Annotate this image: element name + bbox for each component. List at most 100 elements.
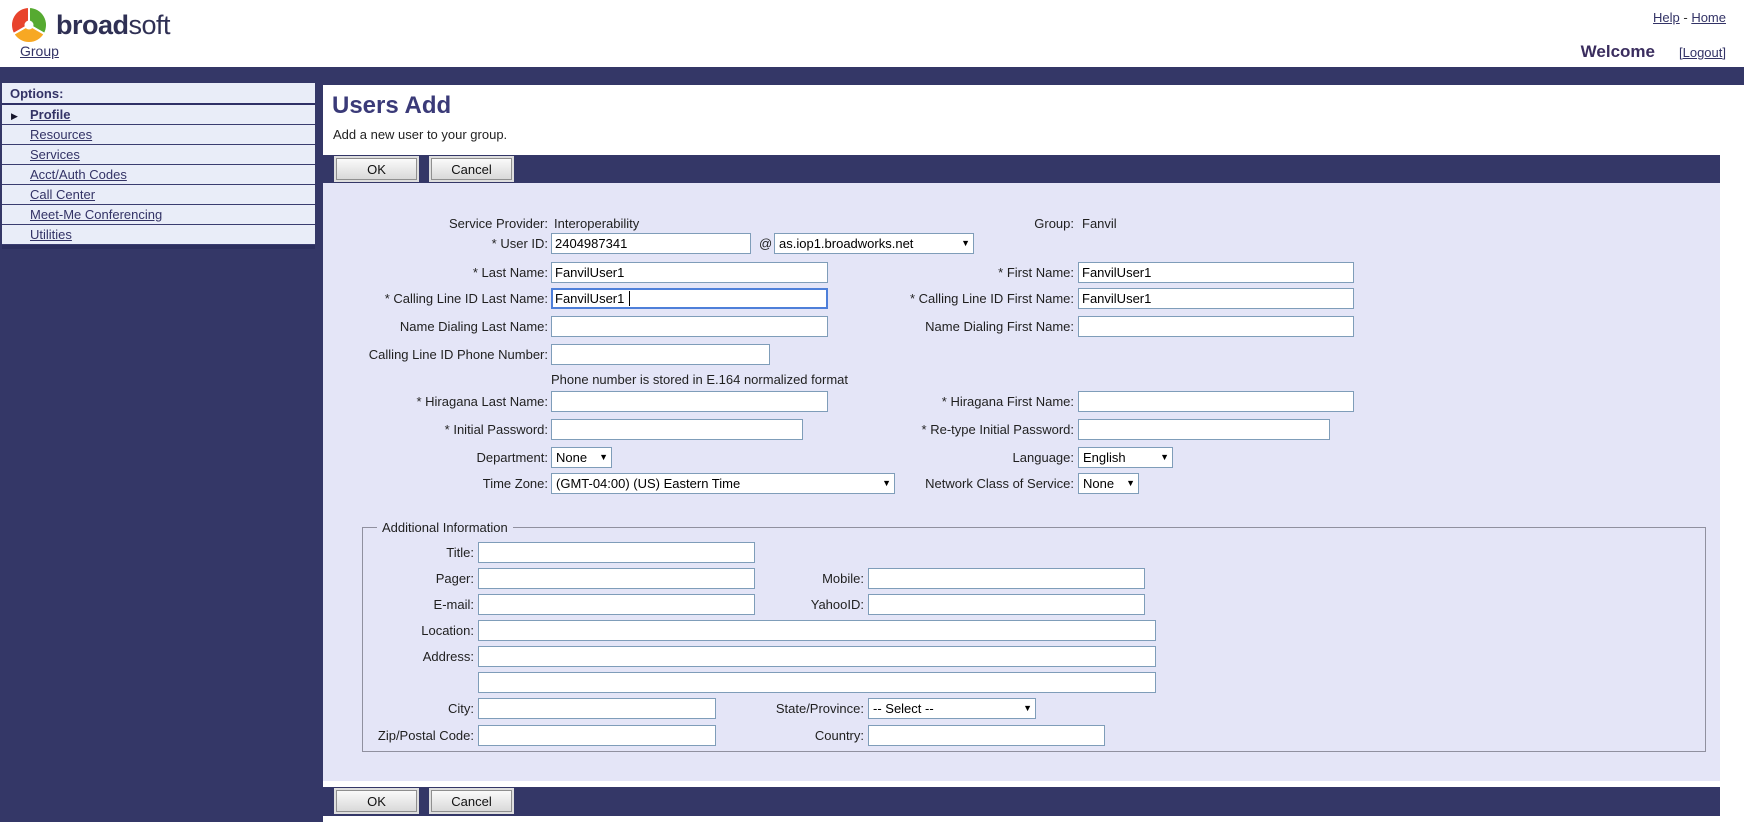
- logo-word-broad: broad: [56, 10, 129, 40]
- clid-first-name-label: * Calling Line ID First Name:: [813, 288, 1074, 310]
- zip-postal-label: Zip/Postal Code:: [363, 725, 474, 747]
- ncos-label: Network Class of Service:: [813, 473, 1074, 495]
- pager-input[interactable]: [478, 568, 755, 589]
- mobile-label: Mobile:: [743, 568, 864, 590]
- welcome-text: Welcome: [1581, 42, 1655, 61]
- additional-information-legend: Additional Information: [377, 519, 513, 536]
- time-zone-label: Time Zone:: [323, 473, 548, 495]
- name-dialing-first-input[interactable]: [1078, 316, 1354, 337]
- page-title: Users Add: [332, 92, 451, 120]
- country-label: Country:: [743, 725, 864, 747]
- city-label: City:: [363, 698, 474, 720]
- email-input[interactable]: [478, 594, 755, 615]
- e164-note: Phone number is stored in E.164 normaliz…: [551, 372, 848, 388]
- cancel-button-bottom[interactable]: Cancel: [431, 790, 512, 812]
- last-name-label: * Last Name:: [323, 262, 548, 284]
- logo-wordmark: broadsoft: [56, 10, 170, 41]
- sidebar-item-utilities[interactable]: Utilities: [2, 225, 315, 245]
- home-link[interactable]: Home: [1691, 10, 1726, 25]
- logout-bracket-close: ]: [1722, 45, 1726, 60]
- help-link[interactable]: Help: [1653, 10, 1680, 25]
- clid-last-name-label: * Calling Line ID Last Name:: [323, 288, 548, 310]
- sidebar-item-profile[interactable]: ▶Profile: [2, 105, 315, 125]
- zip-postal-input[interactable]: [478, 725, 716, 746]
- pager-label: Pager:: [363, 568, 474, 590]
- title-input[interactable]: [478, 542, 755, 563]
- group-value: Fanvil: [1082, 213, 1117, 235]
- location-label: Location:: [363, 620, 474, 642]
- additional-information-fieldset: Additional Information Title: Pager: Mob…: [362, 527, 1706, 752]
- email-label: E-mail:: [363, 594, 474, 616]
- address-line1-input[interactable]: [478, 646, 1156, 667]
- domain-select[interactable]: as.iop1.broadworks.net▼: [774, 233, 974, 254]
- text-caret: [629, 291, 630, 306]
- hiragana-last-input[interactable]: [551, 391, 828, 412]
- app-header: broadsoft Help - Home Group Welcome[Logo…: [0, 0, 1744, 67]
- last-name-input[interactable]: [551, 262, 828, 283]
- first-name-input[interactable]: [1078, 262, 1354, 283]
- service-provider-label: Service Provider:: [323, 213, 548, 235]
- yahooid-label: YahooID:: [743, 594, 864, 616]
- ok-button-top[interactable]: OK: [336, 158, 417, 180]
- initial-password-label: * Initial Password:: [323, 419, 548, 441]
- page-subtitle: Add a new user to your group.: [333, 127, 507, 142]
- sidebar-item-call-center[interactable]: Call Center: [2, 185, 315, 205]
- dropdown-arrow-icon: ▼: [1126, 478, 1135, 488]
- name-dialing-last-input[interactable]: [551, 316, 828, 337]
- clid-phone-input[interactable]: [551, 344, 770, 365]
- breadcrumb: Group: [20, 43, 59, 59]
- name-dialing-first-label: Name Dialing First Name:: [813, 316, 1074, 338]
- state-province-label: State/Province:: [743, 698, 864, 720]
- retype-password-input[interactable]: [1078, 419, 1330, 440]
- welcome-area: Welcome[Logout]: [1581, 42, 1726, 62]
- dropdown-arrow-icon: ▼: [961, 238, 970, 248]
- address-label: Address:: [363, 646, 474, 668]
- top-action-bar: OK Cancel: [323, 155, 1720, 183]
- state-province-select[interactable]: -- Select --▼: [868, 698, 1036, 719]
- mobile-input[interactable]: [868, 568, 1145, 589]
- main-content-panel: Users Add Add a new user to your group. …: [323, 85, 1744, 822]
- dropdown-arrow-icon: ▼: [599, 452, 608, 462]
- logout-link[interactable]: Logout: [1683, 45, 1723, 60]
- department-select[interactable]: None▼: [551, 447, 612, 468]
- language-label: Language:: [813, 447, 1074, 469]
- retype-password-label: * Re-type Initial Password:: [813, 419, 1074, 441]
- city-input[interactable]: [478, 698, 716, 719]
- clid-last-name-input[interactable]: [551, 288, 828, 309]
- user-add-form: Service Provider: Interoperability Group…: [323, 183, 1720, 781]
- broadsoft-logo-icon: [10, 4, 48, 47]
- clid-first-name-input[interactable]: [1078, 288, 1354, 309]
- yahooid-input[interactable]: [868, 594, 1145, 615]
- language-select[interactable]: English▼: [1078, 447, 1173, 468]
- active-item-arrow-icon: ▶: [11, 106, 18, 126]
- title-label: Title:: [363, 542, 474, 564]
- bottom-action-bar: OK Cancel: [323, 787, 1720, 816]
- group-label: Group:: [813, 213, 1074, 235]
- initial-password-input[interactable]: [551, 419, 803, 440]
- hiragana-first-input[interactable]: [1078, 391, 1354, 412]
- cancel-button-top[interactable]: Cancel: [431, 158, 512, 180]
- sidebar-item-resources[interactable]: Resources: [2, 125, 315, 145]
- clid-phone-label: Calling Line ID Phone Number:: [323, 344, 548, 366]
- first-name-label: * First Name:: [813, 262, 1074, 284]
- sidebar-item-acct-auth-codes[interactable]: Acct/Auth Codes: [2, 165, 315, 185]
- address-line2-input[interactable]: [478, 672, 1156, 693]
- location-input[interactable]: [478, 620, 1156, 641]
- dropdown-arrow-icon: ▼: [1160, 452, 1169, 462]
- user-id-label: * User ID:: [323, 233, 548, 255]
- dropdown-arrow-icon: ▼: [1023, 703, 1032, 713]
- sidebar-item-services[interactable]: Services: [2, 145, 315, 165]
- sidebar-item-meet-me-conferencing[interactable]: Meet-Me Conferencing: [2, 205, 315, 225]
- service-provider-value: Interoperability: [554, 213, 639, 235]
- country-input[interactable]: [868, 725, 1105, 746]
- ncos-select[interactable]: None▼: [1078, 473, 1139, 494]
- name-dialing-last-label: Name Dialing Last Name:: [323, 316, 548, 338]
- ok-button-bottom[interactable]: OK: [336, 790, 417, 812]
- at-sign: @: [759, 233, 772, 255]
- user-id-input[interactable]: [551, 233, 751, 254]
- hiragana-first-label: * Hiragana First Name:: [813, 391, 1074, 413]
- group-breadcrumb-link[interactable]: Group: [20, 43, 59, 59]
- broadworks-users-add-page: broadsoft Help - Home Group Welcome[Logo…: [0, 0, 1744, 822]
- broadsoft-logo: broadsoft: [10, 4, 170, 47]
- options-heading: Options:: [2, 83, 315, 105]
